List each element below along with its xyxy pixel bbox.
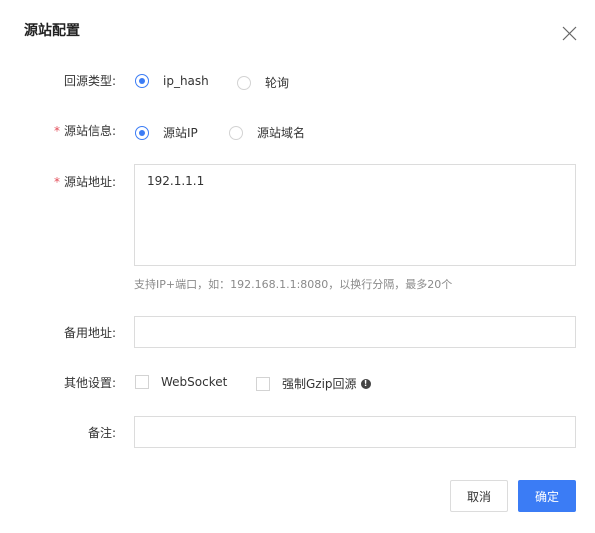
close-icon[interactable] (562, 26, 577, 41)
dialog-title: 源站配置 (24, 23, 80, 39)
radio-label: 源站域名 (257, 126, 306, 140)
checkbox-box (256, 376, 270, 391)
remark-label: 备注: (87, 426, 116, 440)
radio-circle (229, 125, 243, 140)
remark-input[interactable] (134, 416, 576, 448)
radio-circle (135, 74, 149, 88)
origin-address-hint: 支持IP+端口，如：192.168.1.1:8080，以换行分隔，最多20个 (134, 278, 453, 291)
cancel-button[interactable]: 取消 (450, 480, 508, 512)
radio-round-robin[interactable]: 轮询 (237, 74, 289, 91)
checkbox-force-gzip[interactable]: 强制Gzip回源 ! (256, 375, 371, 392)
origin-address-label: * 源站地址: (53, 175, 116, 189)
radio-circle (237, 75, 251, 90)
checkbox-box (135, 375, 149, 389)
required-mark: * (53, 124, 60, 138)
backup-address-label: 备用地址: (63, 326, 116, 340)
radio-label: ip_hash (163, 74, 209, 88)
radio-label: 源站IP (163, 126, 198, 140)
origin-config-dialog: 源站配置 回源类型: ip_hash 轮询 * 源站信息: 源站IP 源站域名 *… (0, 0, 595, 533)
checkbox-websocket[interactable]: WebSocket (135, 375, 227, 389)
confirm-button[interactable]: 确定 (518, 480, 576, 512)
checkbox-label: WebSocket (161, 375, 228, 389)
required-mark: * (53, 175, 60, 189)
backup-address-input[interactable] (134, 316, 576, 348)
radio-origin-ip[interactable]: 源站IP (135, 124, 198, 141)
info-icon[interactable]: ! (360, 378, 371, 389)
origin-info-label: * 源站信息: (53, 124, 116, 138)
origin-address-textarea[interactable]: 192.1.1.1 (134, 164, 576, 266)
radio-ip-hash[interactable]: ip_hash (135, 74, 209, 88)
backsource-type-label: 回源类型: (63, 74, 116, 88)
radio-label: 轮询 (265, 76, 290, 90)
radio-origin-domain[interactable]: 源站域名 (229, 124, 305, 141)
radio-circle (135, 125, 149, 140)
other-settings-label: 其他设置: (63, 376, 116, 390)
checkbox-label: 强制Gzip回源 (282, 377, 357, 391)
